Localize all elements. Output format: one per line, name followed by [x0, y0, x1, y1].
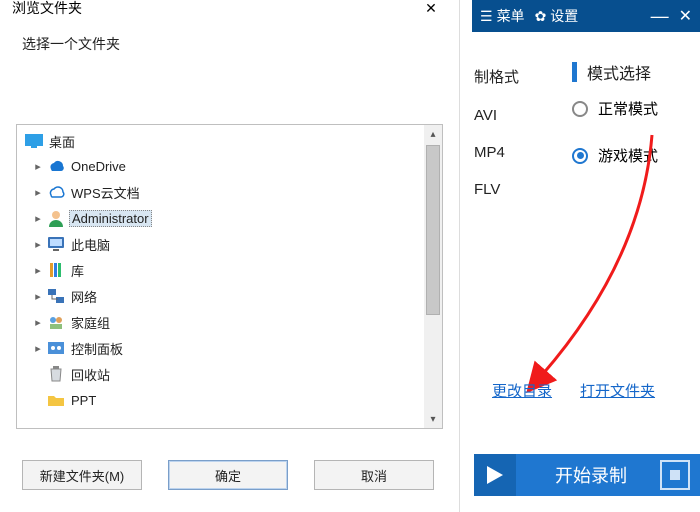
tree-item[interactable]: ▸ 控制面板	[17, 335, 442, 361]
tree-label: OneDrive	[69, 158, 128, 175]
record-button-label[interactable]: 开始录制	[516, 462, 660, 488]
recycle-bin-icon	[47, 365, 65, 383]
tree-item-selected[interactable]: ▸ Administrator	[17, 205, 442, 231]
recorder-panel: ☰ 菜单 ✿ 设置 — ✕ 制格式 AVI MP4 FLV 模式选择 正常模式	[472, 0, 700, 512]
radio-checked-icon	[572, 148, 588, 164]
tree-label: PPT	[69, 392, 98, 409]
scroll-thumb[interactable]	[426, 145, 440, 315]
dialog-titlebar: 浏览文件夹 ✕	[0, 0, 459, 16]
computer-icon	[47, 235, 65, 253]
tree-root-row[interactable]: 桌面	[17, 129, 442, 153]
desktop-icon	[25, 132, 43, 150]
format-heading: 制格式	[474, 66, 519, 87]
format-column: 制格式 AVI MP4 FLV	[474, 66, 519, 198]
play-icon[interactable]	[474, 454, 516, 496]
minimize-icon[interactable]: —	[651, 6, 669, 27]
cloud-outline-icon	[47, 183, 65, 201]
user-icon	[47, 209, 65, 227]
tree-label: 网络	[69, 286, 99, 307]
accent-bar-icon	[572, 62, 577, 82]
folder-icon	[47, 391, 65, 409]
format-option[interactable]: AVI	[474, 93, 519, 124]
scrollbar[interactable]: ▴ ▾	[424, 125, 442, 428]
mode-normal-radio[interactable]: 正常模式	[572, 98, 700, 119]
chevron-right-icon[interactable]: ▸	[31, 316, 45, 329]
record-bar: 开始录制	[474, 454, 700, 496]
tree-label: 此电脑	[69, 234, 112, 255]
app-titlebar: ☰ 菜单 ✿ 设置 — ✕	[472, 0, 700, 32]
scroll-up-icon[interactable]: ▴	[424, 125, 442, 143]
close-icon[interactable]: ✕	[415, 0, 447, 20]
ok-button[interactable]: 确定	[168, 460, 288, 490]
format-option[interactable]: MP4	[474, 130, 519, 161]
folder-tree: 桌面 ▸ OneDrive ▸ WPS云文档 ▸ Administrator	[16, 124, 443, 429]
tree-label: WPS云文档	[69, 182, 142, 203]
format-option[interactable]: FLV	[474, 167, 519, 198]
chevron-right-icon[interactable]: ▸	[31, 264, 45, 277]
close-icon[interactable]: ✕	[679, 6, 692, 26]
tree-label: 家庭组	[69, 312, 112, 333]
mode-heading: 模式选择	[587, 60, 651, 84]
tree-item[interactable]: 回收站	[17, 361, 442, 387]
tree-label: 控制面板	[69, 338, 125, 359]
radio-icon	[572, 101, 588, 117]
homegroup-icon	[47, 313, 65, 331]
chevron-right-icon[interactable]: ▸	[31, 212, 45, 225]
gear-icon: ✿	[535, 8, 547, 25]
scroll-down-icon[interactable]: ▾	[424, 410, 442, 428]
tree-item[interactable]: ▸ 此电脑	[17, 231, 442, 257]
change-dir-link[interactable]: 更改目录	[492, 380, 552, 401]
mode-game-radio[interactable]: 游戏模式	[572, 145, 700, 166]
tree-item[interactable]: ▸ OneDrive	[17, 153, 442, 179]
network-icon	[47, 287, 65, 305]
tree-item[interactable]: ▸ 网络	[17, 283, 442, 309]
chevron-right-icon[interactable]: ▸	[31, 160, 45, 173]
chevron-right-icon[interactable]: ▸	[31, 238, 45, 251]
dialog-title: 浏览文件夹	[12, 0, 82, 18]
hamburger-icon: ☰	[480, 8, 493, 25]
dialog-prompt: 选择一个文件夹	[0, 16, 459, 64]
menu-label: 菜单	[497, 6, 525, 26]
menu-button[interactable]: ☰ 菜单	[480, 6, 525, 26]
tree-label: 库	[69, 260, 86, 281]
chevron-right-icon[interactable]: ▸	[31, 290, 45, 303]
cloud-icon	[47, 157, 65, 175]
new-folder-button[interactable]: 新建文件夹(M)	[22, 460, 142, 490]
open-folder-link[interactable]: 打开文件夹	[580, 380, 655, 401]
chevron-right-icon[interactable]: ▸	[31, 186, 45, 199]
control-panel-icon	[47, 339, 65, 357]
tree-item[interactable]: ▸ 库	[17, 257, 442, 283]
tree-item[interactable]: ▸ WPS云文档	[17, 179, 442, 205]
library-icon	[47, 261, 65, 279]
settings-label: 设置	[550, 6, 578, 26]
settings-button[interactable]: ✿ 设置	[535, 6, 579, 26]
chevron-right-icon[interactable]: ▸	[31, 342, 45, 355]
tree-label: Administrator	[69, 210, 152, 227]
tree-label: 桌面	[47, 131, 77, 152]
tree-label: 回收站	[69, 364, 112, 385]
tree-item[interactable]: PPT	[17, 387, 442, 413]
radio-label: 正常模式	[598, 98, 658, 119]
tree-item[interactable]: ▸ 家庭组	[17, 309, 442, 335]
stop-icon[interactable]	[660, 460, 690, 490]
folder-dialog: 浏览文件夹 ✕ 选择一个文件夹 桌面 ▸ OneDrive ▸	[0, 0, 460, 512]
radio-label: 游戏模式	[598, 145, 658, 166]
cancel-button[interactable]: 取消	[314, 460, 434, 490]
